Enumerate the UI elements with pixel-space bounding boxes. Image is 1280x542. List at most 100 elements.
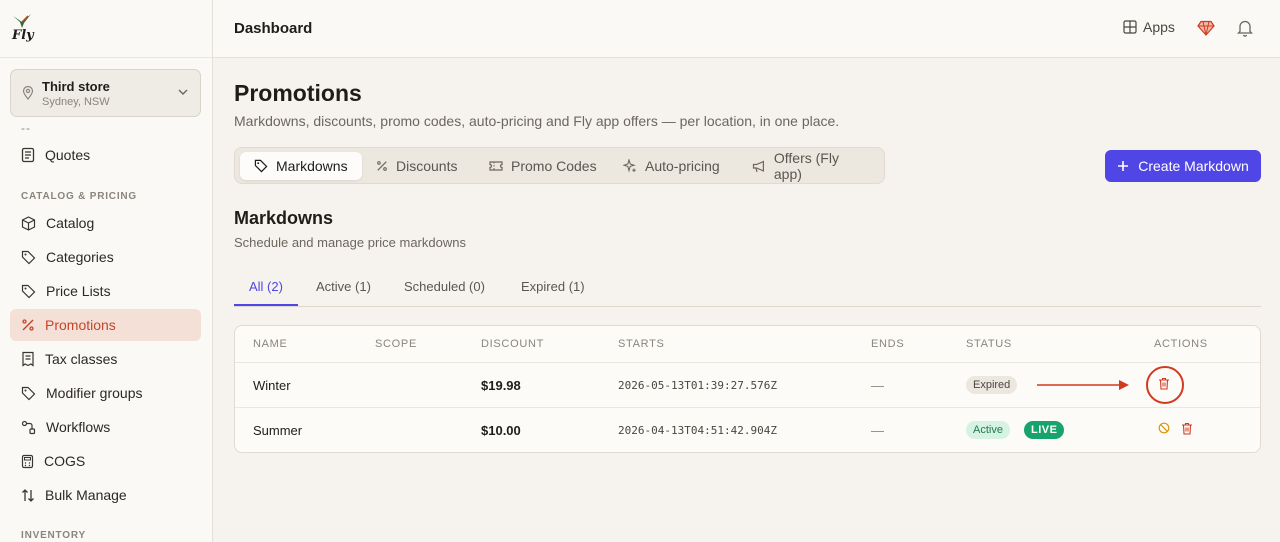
active-tab-indicator	[234, 304, 298, 306]
tab-label: Auto-pricing	[645, 158, 720, 174]
bell-icon	[1236, 20, 1254, 37]
column-header-status: STATUS	[966, 338, 1012, 350]
page-title: Promotions	[234, 80, 362, 106]
tag-icon	[254, 159, 268, 173]
column-header-scope: SCOPE	[375, 338, 418, 350]
sidebar-item-label: Price Lists	[46, 283, 111, 299]
workflow-icon	[21, 420, 36, 434]
calculator-icon	[21, 454, 34, 468]
section-subtitle: Schedule and manage price markdowns	[234, 235, 466, 250]
sidebar-item-modifier-groups[interactable]: Modifier groups	[10, 377, 201, 409]
row-ends: —	[871, 378, 884, 393]
tab-label: Promo Codes	[511, 158, 597, 174]
percent-icon	[377, 161, 387, 171]
filter-tab-active[interactable]: Active (1)	[316, 279, 371, 294]
row-ends: —	[871, 423, 884, 438]
sidebar-item-categories[interactable]: Categories	[10, 241, 201, 273]
sidebar-item-label: Bulk Manage	[45, 487, 127, 503]
filter-tab-all[interactable]: All (2)	[249, 279, 283, 294]
sidebar-item-catalog[interactable]: Catalog	[10, 207, 201, 239]
gem-icon	[1197, 20, 1215, 36]
sparkle-icon	[623, 159, 636, 173]
tab-auto-pricing[interactable]: Auto-pricing	[609, 152, 734, 180]
page-header-title: Dashboard	[234, 20, 313, 37]
sidebar-item-promotions[interactable]: Promotions	[10, 309, 201, 341]
sidebar-item-label: Workflows	[46, 419, 111, 435]
receipt-icon	[22, 351, 34, 367]
sort-icon	[22, 488, 34, 502]
sidebar-item-price-lists[interactable]: Price Lists	[10, 275, 201, 307]
row-starts: 2026-05-13T01:39:27.576Z	[618, 379, 777, 392]
box-icon	[21, 215, 36, 231]
ticket-icon	[489, 161, 503, 171]
document-icon	[21, 147, 35, 163]
plus-icon	[1118, 161, 1129, 171]
section-label-catalog: CATALOG & PRICING	[21, 191, 138, 202]
column-header-actions: ACTIONS	[1154, 338, 1208, 350]
apps-label: Apps	[1143, 19, 1175, 35]
deactivate-icon[interactable]	[1158, 422, 1170, 434]
tab-label: Offers (Fly app)	[773, 150, 839, 182]
column-header-name: NAME	[253, 338, 288, 350]
row-discount: $19.98	[481, 378, 521, 393]
section-title: Markdowns	[234, 208, 334, 228]
grid-icon	[1123, 20, 1137, 34]
tab-offers-fly-app[interactable]: Offers (Fly app)	[738, 150, 884, 182]
column-header-discount: DISCOUNT	[481, 338, 545, 350]
megaphone-icon	[752, 160, 764, 172]
section-label-inventory: INVENTORY	[21, 530, 86, 541]
filter-tab-scheduled[interactable]: Scheduled (0)	[404, 279, 485, 294]
top-bar: Dashboard Apps	[213, 0, 1280, 58]
sidebar-item-label: Catalog	[46, 215, 95, 231]
sidebar-item-label: COGS	[44, 453, 86, 469]
tag-icon	[21, 284, 36, 298]
annotation-circle	[1146, 366, 1184, 404]
table-row[interactable]: Summer $10.00 2026-04-13T04:51:42.904Z —…	[235, 407, 1260, 452]
sidebar-item-label: Modifier groups	[46, 385, 143, 401]
tab-label: Markdowns	[276, 158, 348, 174]
filter-tab-expired[interactable]: Expired (1)	[521, 279, 585, 294]
page-subtitle: Markdowns, discounts, promo codes, auto-…	[234, 113, 840, 129]
chevron-down-icon	[178, 89, 188, 95]
store-name: Third store	[42, 79, 110, 94]
column-header-ends: ENDS	[871, 338, 905, 350]
sidebar: Fly Third store Sydney, NSW -- Quotes CA…	[0, 0, 213, 542]
tab-discounts[interactable]: Discounts	[362, 152, 471, 180]
tag-icon	[21, 250, 36, 264]
create-markdown-label: Create Markdown	[1138, 158, 1249, 174]
sidebar-item-label: Tax classes	[45, 351, 118, 367]
sidebar-item-cogs[interactable]: COGS	[10, 445, 201, 477]
tab-markdowns[interactable]: Markdowns	[240, 152, 362, 180]
sidebar-divider	[0, 57, 212, 58]
sidebar-item-label: Quotes	[45, 147, 91, 163]
location-pin-icon	[22, 86, 34, 100]
sidebar-item-bulk-manage[interactable]: Bulk Manage	[10, 479, 201, 511]
notifications-button[interactable]	[1236, 19, 1254, 42]
status-badge: Active	[966, 421, 1010, 439]
logo-text: Fly	[12, 28, 34, 43]
create-markdown-button[interactable]: Create Markdown	[1105, 150, 1261, 182]
store-selector[interactable]: Third store Sydney, NSW	[10, 69, 201, 117]
store-location: Sydney, NSW	[42, 96, 110, 108]
annotation-arrow	[1037, 380, 1129, 390]
row-name: Summer	[253, 423, 303, 438]
gem-button[interactable]	[1197, 20, 1215, 41]
row-starts: 2026-04-13T04:51:42.904Z	[618, 424, 777, 437]
truncated-nav-marker: --	[21, 121, 31, 135]
sidebar-item-label: Promotions	[45, 317, 116, 333]
column-header-starts: STARTS	[618, 338, 665, 350]
apps-button[interactable]: Apps	[1123, 19, 1175, 35]
tag-icon	[21, 386, 36, 400]
tab-label: Discounts	[396, 158, 458, 174]
status-badge: Expired	[966, 376, 1018, 394]
sidebar-item-quotes[interactable]: Quotes	[10, 139, 201, 171]
row-name: Winter	[253, 378, 291, 393]
live-badge: LIVE	[1024, 421, 1065, 439]
delete-icon[interactable]	[1181, 422, 1193, 435]
status-filter-tabs: All (2) Active (1) Scheduled (0) Expired…	[234, 269, 1261, 307]
row-discount: $10.00	[481, 423, 521, 438]
promotion-type-tabs: Markdowns Discounts Promo Codes Auto-pri…	[234, 147, 885, 184]
sidebar-item-workflows[interactable]: Workflows	[10, 411, 201, 443]
sidebar-item-tax-classes[interactable]: Tax classes	[10, 343, 201, 375]
tab-promo-codes[interactable]: Promo Codes	[475, 152, 611, 180]
